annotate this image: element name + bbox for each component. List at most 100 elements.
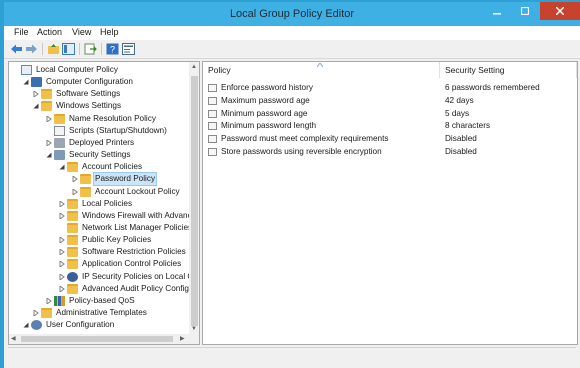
collapsed-arrow-icon[interactable] — [72, 188, 78, 195]
tree-item[interactable]: Local Policies — [59, 198, 185, 210]
menu-file[interactable]: File — [14, 27, 29, 37]
collapsed-arrow-icon[interactable] — [59, 237, 65, 244]
collapsed-arrow-icon[interactable] — [33, 91, 39, 98]
tree-item-label: Account Policies — [82, 162, 143, 172]
scroll-down-icon[interactable]: ▼ — [191, 325, 197, 333]
tree-item[interactable]: Policy-based QoS — [46, 295, 185, 307]
tree-item[interactable]: Application Control Policies — [59, 258, 185, 270]
tree-item[interactable]: User Configuration — [23, 319, 185, 331]
tree-item-label: Administrative Templates — [56, 308, 147, 317]
menu-bar: File Action View Help — [4, 26, 580, 40]
tree-item[interactable]: Name Resolution Policy — [46, 113, 185, 125]
svg-text:?: ? — [110, 45, 115, 55]
ip-security-icon — [67, 271, 78, 282]
tree-item-label: Windows Settings — [56, 101, 122, 111]
details-pane[interactable]: Policy Security Setting Enforce password… — [202, 61, 578, 345]
policy-row[interactable]: Minimum password length 8 characters — [203, 120, 577, 132]
column-header-policy[interactable]: Policy — [203, 62, 440, 78]
tree-item[interactable]: Account Lockout Policy — [72, 186, 185, 198]
collapsed-arrow-icon[interactable] — [72, 176, 78, 183]
folder-icon — [67, 259, 78, 270]
collapsed-arrow-icon[interactable] — [59, 273, 65, 280]
tree-horizontal-scroll-thumb[interactable] — [21, 336, 173, 342]
minimize-icon — [493, 13, 501, 15]
tree-item-label: Password Policy — [92, 172, 158, 187]
properties-icon[interactable] — [122, 43, 135, 55]
menu-help[interactable]: Help — [100, 27, 119, 37]
policy-name: Enforce password history — [221, 83, 313, 92]
policy-row[interactable]: Maximum password age 42 days — [203, 95, 577, 107]
title-bar[interactable]: Local Group Policy Editor — [4, 2, 580, 26]
minimize-button[interactable] — [484, 2, 510, 20]
security-settings-icon — [54, 150, 65, 161]
toolbar-separator — [101, 43, 102, 55]
tree-horizontal-scrollbar[interactable]: ◀ ▶ — [9, 334, 199, 344]
collapsed-arrow-icon[interactable] — [46, 115, 52, 122]
up-folder-icon[interactable] — [47, 43, 60, 55]
policy-row[interactable]: Minimum password age 5 days — [203, 108, 577, 120]
expanded-arrow-icon[interactable] — [23, 322, 29, 328]
tree-item[interactable]: IP Security Policies on Local Co — [59, 271, 198, 283]
collapsed-arrow-icon[interactable] — [46, 297, 52, 304]
tree-pane[interactable]: Local Computer Policy Computer Configurat… — [8, 61, 200, 345]
collapsed-arrow-icon[interactable] — [46, 139, 52, 146]
expanded-arrow-icon[interactable] — [59, 164, 65, 170]
tree-item[interactable]: Windows Settings — [33, 100, 185, 112]
tree-item[interactable]: Administrative Templates — [33, 307, 185, 319]
forward-arrow-icon[interactable] — [25, 43, 38, 55]
tree-item[interactable]: Software Settings — [33, 88, 185, 100]
maximize-icon — [521, 7, 529, 15]
tree-item-label: Computer Configuration — [46, 77, 133, 87]
export-list-icon[interactable] — [84, 43, 97, 55]
policy-setting-icon — [208, 109, 217, 118]
tree-item-label: Policy-based QoS — [69, 295, 135, 305]
collapsed-arrow-icon[interactable] — [33, 310, 39, 316]
collapsed-arrow-icon[interactable] — [59, 261, 65, 268]
collapsed-arrow-icon[interactable] — [59, 249, 65, 256]
collapsed-arrow-icon[interactable] — [59, 285, 65, 292]
tree-item[interactable]: Local Computer Policy — [13, 64, 185, 76]
menu-view[interactable]: View — [72, 27, 91, 37]
expanded-arrow-icon[interactable] — [23, 79, 29, 85]
column-header-security-setting[interactable]: Security Setting — [440, 62, 577, 78]
tree-item[interactable]: Password Policy — [72, 172, 185, 187]
expanded-arrow-icon[interactable] — [33, 103, 39, 109]
maximize-button[interactable] — [512, 2, 538, 20]
menu-action[interactable]: Action — [37, 27, 62, 37]
tree-item[interactable]: Account Policies — [59, 161, 185, 173]
policy-row[interactable]: Enforce password history 6 passwords reme… — [203, 82, 577, 94]
tree-item-label: Network List Manager Policies — [82, 222, 193, 232]
tree-vertical-scrollbar[interactable]: ▲ ▼ — [189, 62, 199, 334]
show-hide-tree-icon[interactable] — [62, 43, 75, 55]
expanded-arrow-icon[interactable] — [46, 152, 52, 158]
help-icon[interactable]: ? — [106, 43, 119, 55]
policy-row[interactable]: Store passwords using reversible encrypt… — [203, 146, 577, 158]
column-header-policy-label: Policy — [208, 65, 231, 75]
policy-row[interactable]: Password must meet complexity requiremen… — [203, 133, 577, 145]
tree-item[interactable]: Advanced Audit Policy Configu — [59, 283, 194, 295]
tree-item[interactable]: Deployed Printers — [46, 137, 185, 149]
scroll-up-icon[interactable]: ▲ — [191, 63, 197, 71]
qos-chart-icon — [54, 295, 65, 306]
close-button[interactable] — [540, 2, 580, 20]
tree-item-label: Local Policies — [82, 198, 133, 208]
tree-item[interactable]: Network List Manager Policies — [59, 222, 192, 234]
close-icon — [556, 7, 564, 15]
policy-setting-icon — [208, 135, 217, 144]
tree-item[interactable]: Windows Firewall with Advanc — [59, 210, 192, 222]
folder-icon — [67, 235, 78, 246]
tree-item[interactable]: Computer Configuration — [23, 76, 185, 88]
tree-item-label: Deployed Printers — [69, 137, 135, 147]
scroll-right-icon[interactable]: ▶ — [180, 335, 185, 343]
tree-item-label: Windows Firewall with Advanc — [82, 210, 192, 220]
tree-item[interactable]: Security Settings — [46, 149, 185, 161]
tree-vertical-scroll-thumb[interactable] — [191, 76, 198, 326]
folder-icon — [54, 113, 65, 124]
tree-item[interactable]: Software Restriction Policies — [59, 246, 186, 258]
collapsed-arrow-icon[interactable] — [59, 212, 65, 219]
scroll-left-icon[interactable]: ◀ — [11, 335, 16, 343]
tree-item[interactable]: Scripts (Startup/Shutdown) — [46, 125, 185, 137]
tree-item[interactable]: Public Key Policies — [59, 234, 185, 246]
back-arrow-icon[interactable] — [10, 43, 23, 55]
collapsed-arrow-icon[interactable] — [59, 200, 65, 207]
